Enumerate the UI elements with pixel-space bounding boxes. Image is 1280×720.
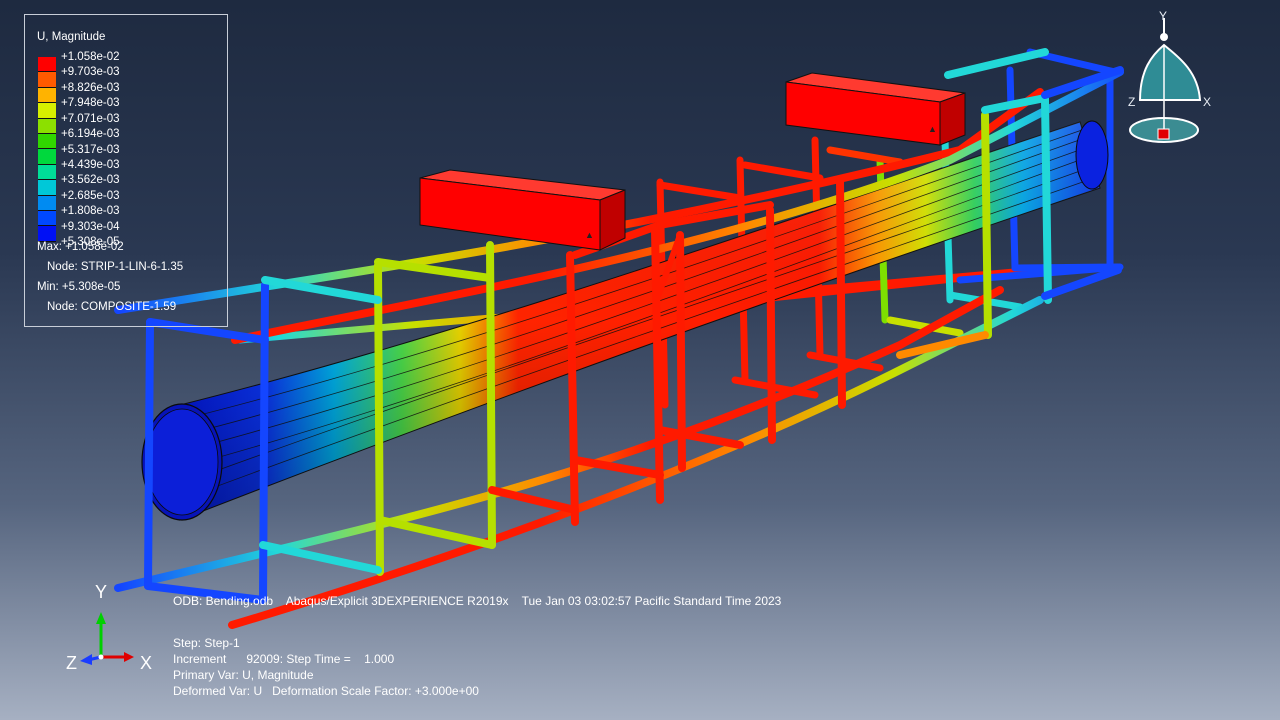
orient-x-label: X bbox=[1203, 95, 1212, 109]
step-info: Step: Step-1 bbox=[173, 636, 240, 650]
legend-level-label: +6.194e-03 bbox=[61, 128, 120, 141]
legend-color-swatch bbox=[38, 149, 56, 165]
legend-level-label: +5.317e-03 bbox=[61, 143, 120, 156]
legend-level-label: +1.808e-03 bbox=[61, 205, 120, 218]
legend-level-label: +1.058e-02 bbox=[61, 51, 120, 63]
legend-max-node: Node: STRIP-1-LIN-6-1.35 bbox=[47, 261, 184, 273]
legend-color-swatch bbox=[38, 211, 56, 227]
triad-y-label: Y bbox=[95, 582, 108, 602]
legend-level-label: +2.685e-03 bbox=[61, 189, 120, 202]
legend-level-label: +7.071e-03 bbox=[61, 112, 120, 125]
triad-x-label: X bbox=[140, 653, 153, 673]
legend-color-swatch bbox=[38, 118, 56, 135]
legend-color-swatch bbox=[38, 164, 56, 181]
legend-level-label: +7.948e-03 bbox=[61, 97, 120, 110]
orient-y-label: Y bbox=[1159, 9, 1168, 23]
legend-color-swatch bbox=[38, 57, 56, 73]
legend-level-label: +4.439e-03 bbox=[61, 158, 120, 171]
legend-level-label: +3.562e-03 bbox=[61, 174, 120, 187]
legend-color-swatch bbox=[38, 195, 56, 212]
legend-color-bar bbox=[38, 57, 56, 242]
legend-color-swatch bbox=[38, 87, 56, 104]
legend-min-line: Min: +5.308e-05 bbox=[37, 281, 121, 293]
load-block-right: ▲ bbox=[785, 72, 966, 146]
legend-color-swatch bbox=[38, 72, 56, 88]
primary-var-info: Primary Var: U, Magnitude bbox=[173, 668, 314, 682]
legend-color-swatch bbox=[38, 180, 56, 196]
legend-level-label: +9.303e-04 bbox=[61, 220, 120, 233]
legend-level-label: +8.826e-03 bbox=[61, 81, 120, 94]
legend-min-node: Node: COMPOSITE-1.59 bbox=[47, 301, 177, 313]
load-block-left: ▲ bbox=[419, 169, 626, 251]
legend-color-swatch bbox=[38, 103, 56, 119]
svg-text:▲: ▲ bbox=[928, 124, 937, 134]
legend-title: U, Magnitude bbox=[37, 31, 106, 43]
xyz-axis-triad-icon bbox=[80, 612, 134, 665]
deformed-var-info: Deformed Var: U Deformation Scale Factor… bbox=[173, 684, 479, 698]
legend-level-label: +9.703e-03 bbox=[61, 66, 120, 79]
svg-text:▲: ▲ bbox=[585, 230, 594, 240]
orient-z-label: Z bbox=[1128, 95, 1136, 109]
triad-z-label: Z bbox=[66, 653, 77, 673]
contour-legend: U, Magnitude +1.058e-02 +9.703e-03 +8.826e… bbox=[24, 14, 228, 327]
3d-view-orientation-icon[interactable] bbox=[1129, 18, 1202, 143]
odb-info-line: ODB: Bending.odb Abaqus/Explicit 3DEXPER… bbox=[173, 594, 782, 608]
composite-pipe bbox=[141, 120, 1109, 521]
increment-info: Increment 92009: Step Time = 1.000 bbox=[173, 652, 395, 666]
legend-max-line: Max: +1.058e-02 bbox=[37, 241, 124, 253]
legend-color-swatch bbox=[38, 134, 56, 150]
